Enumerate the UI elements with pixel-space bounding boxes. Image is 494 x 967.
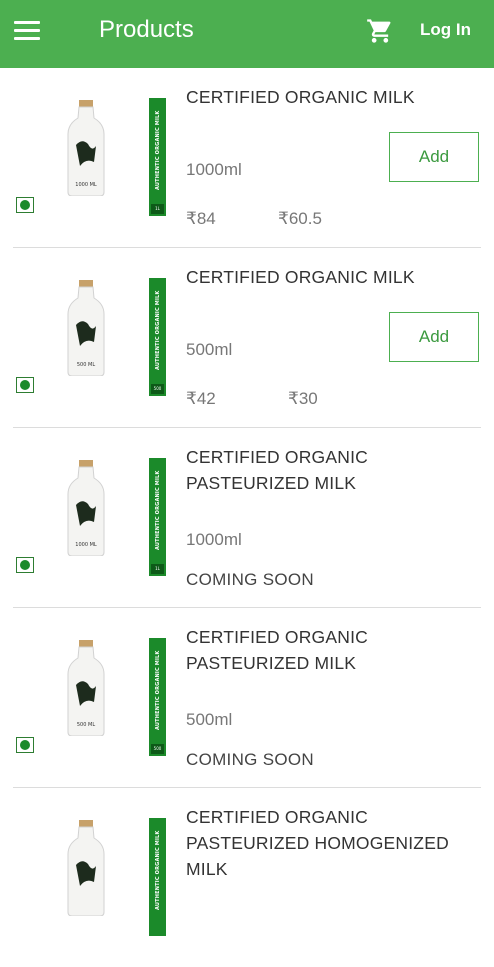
list-item[interactable]: 1000 ML AUTHENTIC ORGANIC MILK 1L CERTIFI… bbox=[13, 68, 481, 248]
coming-soon-label: COMING SOON bbox=[186, 750, 314, 769]
milk-bottle-image: 1000 ML bbox=[67, 100, 105, 196]
product-name: CERTIFIED ORGANIC PASTEURIZED MILK bbox=[186, 447, 368, 493]
list-item[interactable]: 500 ML AUTHENTIC ORGANIC MILK 500 CERTIFI… bbox=[13, 608, 481, 788]
coming-soon-label: COMING SOON bbox=[186, 570, 314, 589]
organic-tag: AUTHENTIC ORGANIC MILK 500 bbox=[149, 278, 166, 396]
product-name: CERTIFIED ORGANIC PASTEURIZED MILK bbox=[186, 627, 368, 673]
list-item[interactable]: AUTHENTIC ORGANIC MILK CERTIFIED ORGANIC… bbox=[13, 788, 481, 967]
bottle-size-label: 1000 ML bbox=[75, 182, 97, 188]
veg-indicator-icon bbox=[16, 377, 34, 393]
product-name: CERTIFIED ORGANIC MILK bbox=[186, 87, 415, 107]
product-price: ₹30 bbox=[288, 389, 318, 408]
product-mrp: ₹84 bbox=[186, 209, 216, 228]
shopping-cart-icon[interactable] bbox=[365, 17, 395, 45]
product-quantity: 1000ml bbox=[186, 160, 242, 179]
bottle-size-label: 500 ML bbox=[77, 362, 95, 368]
add-button[interactable]: Add bbox=[389, 132, 479, 182]
product-name: CERTIFIED ORGANIC MILK bbox=[186, 267, 415, 287]
product-mrp: ₹42 bbox=[186, 389, 216, 408]
app-bar: Products Log In bbox=[0, 0, 494, 68]
veg-indicator-icon bbox=[16, 197, 34, 213]
product-quantity: 500ml bbox=[186, 340, 233, 359]
milk-bottle-image: 500 ML bbox=[67, 640, 105, 736]
bottle-size-label: 1000 ML bbox=[75, 542, 97, 548]
login-link[interactable]: Log In bbox=[420, 20, 471, 40]
product-quantity: 500ml bbox=[186, 710, 233, 729]
organic-tag: AUTHENTIC ORGANIC MILK 1L bbox=[149, 458, 166, 576]
product-price: ₹60.5 bbox=[278, 209, 322, 228]
milk-bottle-image: 1000 ML bbox=[67, 460, 105, 556]
product-quantity: 1000ml bbox=[186, 530, 242, 549]
milk-bottle-image bbox=[67, 820, 105, 916]
product-name: CERTIFIED ORGANIC PASTEURIZED HOMOGENIZE… bbox=[186, 807, 449, 879]
product-list: 1000 ML AUTHENTIC ORGANIC MILK 1L CERTIFI… bbox=[0, 68, 494, 967]
organic-tag: AUTHENTIC ORGANIC MILK 1L bbox=[149, 98, 166, 216]
list-item[interactable]: 500 ML AUTHENTIC ORGANIC MILK 500 CERTIFI… bbox=[13, 248, 481, 428]
veg-indicator-icon bbox=[16, 737, 34, 753]
milk-bottle-image: 500 ML bbox=[67, 280, 105, 376]
veg-indicator-icon bbox=[16, 557, 34, 573]
list-item[interactable]: 1000 ML AUTHENTIC ORGANIC MILK 1L CERTIFI… bbox=[13, 428, 481, 608]
organic-tag: AUTHENTIC ORGANIC MILK 500 bbox=[149, 638, 166, 756]
page-title: Products bbox=[99, 16, 194, 43]
add-button[interactable]: Add bbox=[389, 312, 479, 362]
hamburger-menu-icon[interactable] bbox=[14, 21, 40, 41]
organic-tag: AUTHENTIC ORGANIC MILK bbox=[149, 818, 166, 936]
bottle-size-label: 500 ML bbox=[77, 722, 95, 728]
